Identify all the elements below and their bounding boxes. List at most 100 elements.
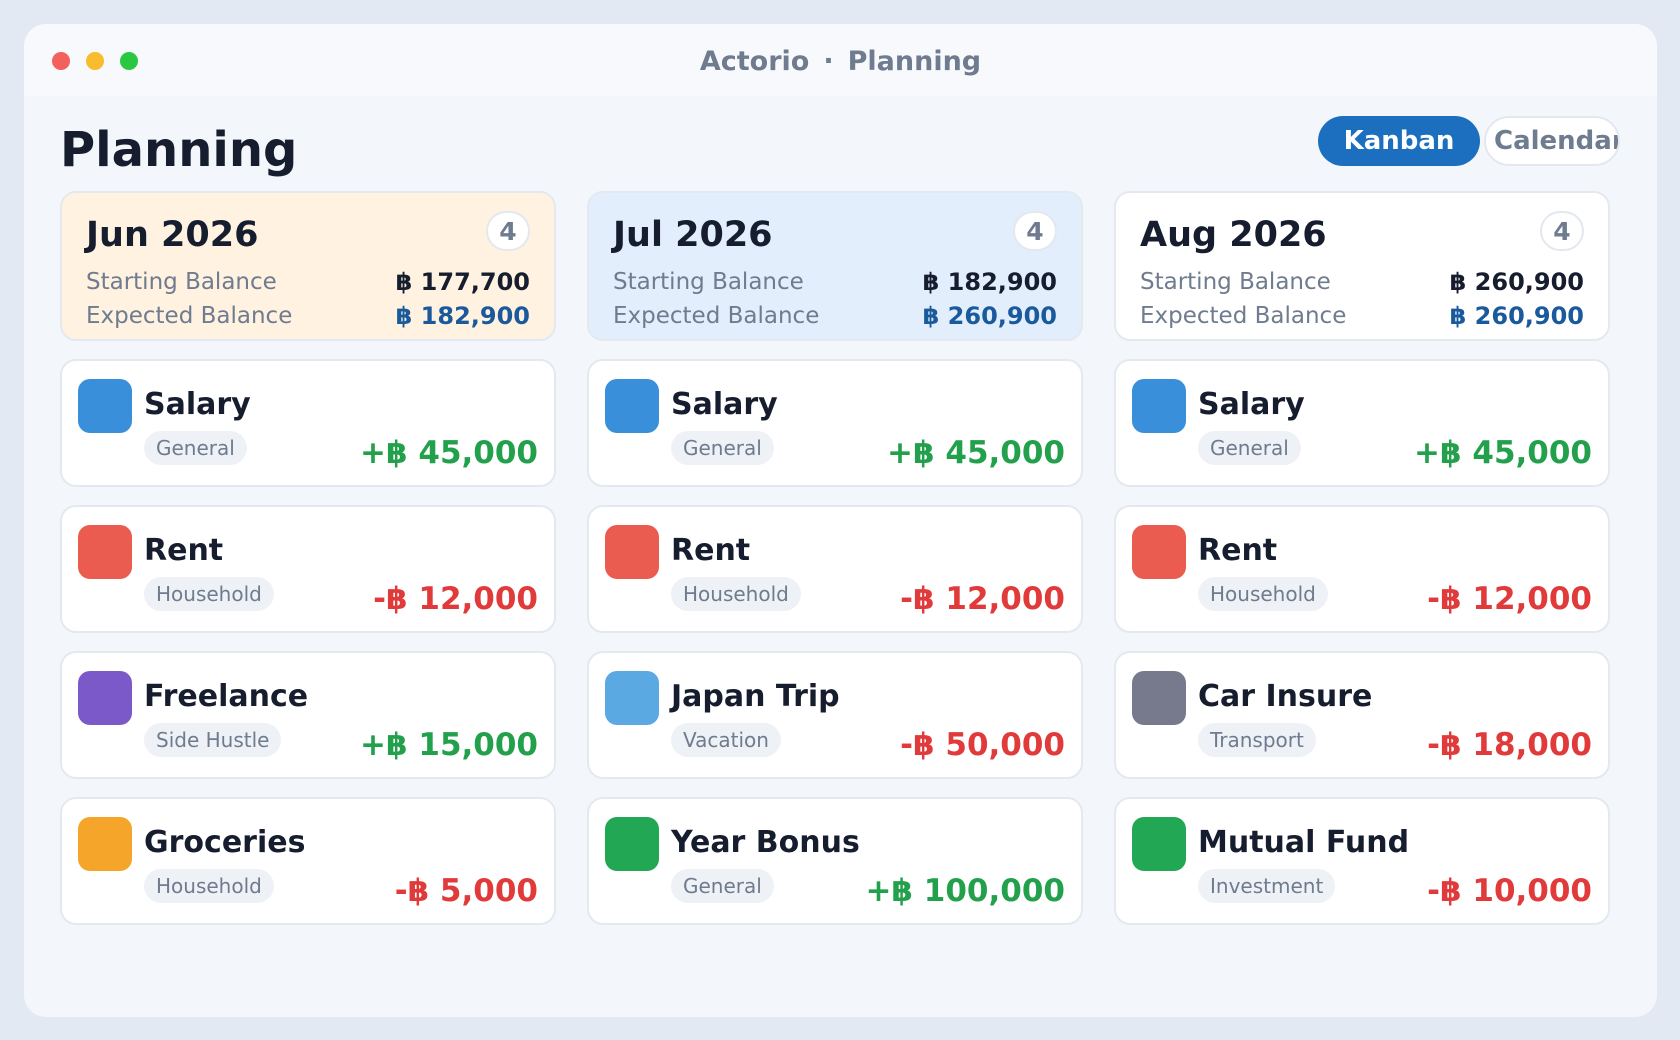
transaction-name: Japan Trip xyxy=(671,679,840,714)
transaction-name: Car Insure xyxy=(1198,679,1373,714)
transaction-name: Salary xyxy=(144,387,251,422)
expected-balance-value: ฿ 260,900 xyxy=(1449,302,1584,330)
starting-balance-value: ฿ 260,900 xyxy=(1449,268,1584,296)
starting-balance-label: Starting Balance xyxy=(613,269,804,295)
category-color-icon xyxy=(78,379,132,433)
transaction-amount: -฿ 12,000 xyxy=(373,581,538,617)
transaction-card[interactable]: Rent Household -฿ 12,000 xyxy=(587,505,1083,633)
transaction-amount: -฿ 18,000 xyxy=(1427,727,1592,763)
category-color-icon xyxy=(1132,525,1186,579)
kanban-board: Jun 2026 4 Starting Balance ฿ 177,700 Ex… xyxy=(60,191,1610,925)
transaction-name: Rent xyxy=(1198,533,1278,568)
expected-balance-label: Expected Balance xyxy=(613,303,820,329)
expected-balance-row: Expected Balance ฿ 260,900 xyxy=(1140,302,1584,330)
transaction-card[interactable]: Car Insure Transport -฿ 18,000 xyxy=(1114,651,1610,779)
transaction-card[interactable]: Rent Household -฿ 12,000 xyxy=(60,505,556,633)
page-title: Planning xyxy=(60,122,298,178)
category-tag: General xyxy=(671,431,774,465)
calendar-view-button[interactable]: Calendar xyxy=(1484,116,1620,166)
transaction-card[interactable]: Mutual Fund Investment -฿ 10,000 xyxy=(1114,797,1610,925)
category-tag: Household xyxy=(1198,577,1328,611)
transaction-card[interactable]: Salary General +฿ 45,000 xyxy=(60,359,556,487)
transaction-name: Groceries xyxy=(144,825,306,860)
starting-balance-label: Starting Balance xyxy=(1140,269,1331,295)
transaction-amount: +฿ 45,000 xyxy=(360,435,538,471)
category-color-icon xyxy=(605,525,659,579)
month-title: Jun 2026 xyxy=(86,215,259,255)
kanban-view-button[interactable]: Kanban xyxy=(1318,116,1480,166)
category-tag: Household xyxy=(144,577,274,611)
category-color-icon xyxy=(1132,671,1186,725)
month-summary-card[interactable]: Aug 2026 4 Starting Balance ฿ 260,900 Ex… xyxy=(1114,191,1610,341)
transaction-name: Rent xyxy=(671,533,751,568)
starting-balance-row: Starting Balance ฿ 177,700 xyxy=(86,268,530,296)
transaction-card[interactable]: Rent Household -฿ 12,000 xyxy=(1114,505,1610,633)
starting-balance-value: ฿ 177,700 xyxy=(395,268,530,296)
expected-balance-label: Expected Balance xyxy=(1140,303,1347,329)
expected-balance-row: Expected Balance ฿ 182,900 xyxy=(86,302,530,330)
category-color-icon xyxy=(78,817,132,871)
category-tag: Investment xyxy=(1198,869,1336,903)
category-color-icon xyxy=(605,817,659,871)
transaction-amount: +฿ 45,000 xyxy=(1414,435,1592,471)
item-count-badge: 4 xyxy=(1540,211,1584,251)
transaction-card[interactable]: Salary General +฿ 45,000 xyxy=(1114,359,1610,487)
transaction-amount: +฿ 15,000 xyxy=(360,727,538,763)
starting-balance-row: Starting Balance ฿ 182,900 xyxy=(613,268,1057,296)
transaction-card[interactable]: Salary General +฿ 45,000 xyxy=(587,359,1083,487)
category-tag: Vacation xyxy=(671,723,781,757)
transaction-amount: +฿ 100,000 xyxy=(865,873,1065,909)
starting-balance-row: Starting Balance ฿ 260,900 xyxy=(1140,268,1584,296)
transaction-card[interactable]: Freelance Side Hustle +฿ 15,000 xyxy=(60,651,556,779)
title-separator: · xyxy=(823,46,834,77)
category-color-icon xyxy=(78,671,132,725)
month-column: Jul 2026 4 Starting Balance ฿ 182,900 Ex… xyxy=(587,191,1083,925)
transaction-card[interactable]: Japan Trip Vacation -฿ 50,000 xyxy=(587,651,1083,779)
transaction-amount: -฿ 10,000 xyxy=(1427,873,1592,909)
category-tag: General xyxy=(671,869,774,903)
category-color-icon xyxy=(605,671,659,725)
transaction-name: Year Bonus xyxy=(671,825,860,860)
category-color-icon xyxy=(1132,379,1186,433)
item-count-badge: 4 xyxy=(486,211,530,251)
item-count-badge: 4 xyxy=(1013,211,1057,251)
category-color-icon xyxy=(605,379,659,433)
transaction-name: Rent xyxy=(144,533,224,568)
transaction-name: Freelance xyxy=(144,679,309,714)
expected-balance-value: ฿ 182,900 xyxy=(395,302,530,330)
month-title: Jul 2026 xyxy=(613,215,773,255)
view-toggle: Kanban Calendar xyxy=(1318,116,1620,166)
category-tag: Household xyxy=(671,577,801,611)
month-summary-card[interactable]: Jun 2026 4 Starting Balance ฿ 177,700 Ex… xyxy=(60,191,556,341)
transaction-amount: -฿ 50,000 xyxy=(900,727,1065,763)
expected-balance-row: Expected Balance ฿ 260,900 xyxy=(613,302,1057,330)
starting-balance-label: Starting Balance xyxy=(86,269,277,295)
month-column: Jun 2026 4 Starting Balance ฿ 177,700 Ex… xyxy=(60,191,556,925)
title-bar: Actorio · Planning xyxy=(24,24,1657,96)
category-tag: Household xyxy=(144,869,274,903)
transaction-card[interactable]: Year Bonus General +฿ 100,000 xyxy=(587,797,1083,925)
category-tag: Transport xyxy=(1198,723,1316,757)
section-name: Planning xyxy=(847,46,982,77)
transaction-name: Mutual Fund xyxy=(1198,825,1410,860)
transaction-name: Salary xyxy=(671,387,778,422)
app-name: Actorio xyxy=(699,46,810,77)
month-summary-card[interactable]: Jul 2026 4 Starting Balance ฿ 182,900 Ex… xyxy=(587,191,1083,341)
category-tag: General xyxy=(144,431,247,465)
transaction-name: Salary xyxy=(1198,387,1305,422)
app-window: Actorio · Planning Planning Kanban Calenda… xyxy=(24,24,1657,1017)
expected-balance-value: ฿ 260,900 xyxy=(922,302,1057,330)
transaction-amount: -฿ 5,000 xyxy=(394,873,538,909)
transaction-amount: +฿ 45,000 xyxy=(887,435,1065,471)
month-column: Aug 2026 4 Starting Balance ฿ 260,900 Ex… xyxy=(1114,191,1610,925)
transaction-amount: -฿ 12,000 xyxy=(1427,581,1592,617)
expected-balance-label: Expected Balance xyxy=(86,303,293,329)
transaction-card[interactable]: Groceries Household -฿ 5,000 xyxy=(60,797,556,925)
category-tag: General xyxy=(1198,431,1301,465)
month-title: Aug 2026 xyxy=(1140,215,1327,255)
category-tag: Side Hustle xyxy=(144,723,282,757)
category-color-icon xyxy=(78,525,132,579)
starting-balance-value: ฿ 182,900 xyxy=(922,268,1057,296)
transaction-amount: -฿ 12,000 xyxy=(900,581,1065,617)
window-title: Actorio · Planning xyxy=(24,46,1657,77)
